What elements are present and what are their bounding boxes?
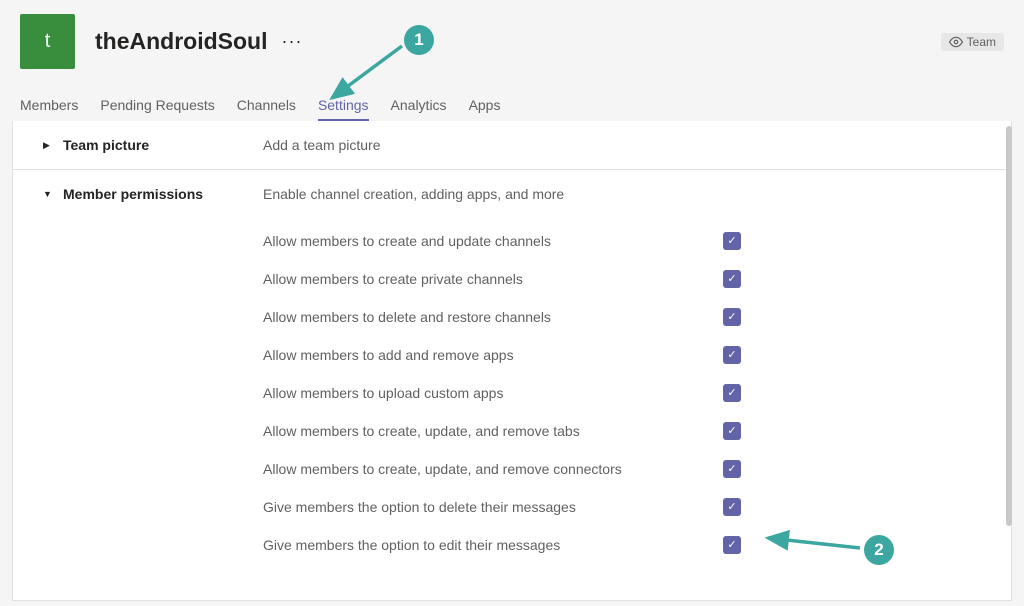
permission-checkbox[interactable]: ✓ [723,232,741,250]
permission-row: Allow members to create and update chann… [13,222,1011,260]
badge-label: Team [967,35,996,49]
section-header[interactable]: ▼ Member permissions Enable channel crea… [13,186,1011,202]
tab-settings[interactable]: Settings [318,97,369,121]
permission-label: Allow members to create and update chann… [263,233,723,249]
section-desc: Enable channel creation, adding apps, an… [263,186,564,202]
permission-checkbox[interactable]: ✓ [723,460,741,478]
team-avatar[interactable]: t [20,14,75,69]
permission-checkbox[interactable]: ✓ [723,346,741,364]
settings-content: ▶ Team picture Add a team picture ▼ Memb… [12,121,1012,601]
permission-checkbox[interactable]: ✓ [723,536,741,554]
check-icon: ✓ [727,388,736,399]
permission-label: Allow members to create, update, and rem… [263,461,723,477]
scrollbar[interactable] [1006,126,1012,604]
section-member-permissions: ▼ Member permissions Enable channel crea… [13,169,1011,580]
permission-row: Give members the option to delete their … [13,488,1011,526]
permission-label: Give members the option to delete their … [263,499,723,515]
permission-label: Allow members to upload custom apps [263,385,723,401]
caret-right-icon: ▶ [43,140,53,151]
permission-row: Allow members to create, update, and rem… [13,450,1011,488]
tab-analytics[interactable]: Analytics [391,97,447,121]
tab-channels[interactable]: Channels [237,97,296,121]
permission-checkbox[interactable]: ✓ [723,270,741,288]
permission-label: Allow members to add and remove apps [263,347,723,363]
check-icon: ✓ [727,540,736,551]
permission-row: Allow members to add and remove apps ✓ [13,336,1011,374]
check-icon: ✓ [727,236,736,247]
check-icon: ✓ [727,464,736,475]
permission-row: Allow members to create, update, and rem… [13,412,1011,450]
check-icon: ✓ [727,502,736,513]
more-options-button[interactable]: ··· [281,31,302,52]
avatar-letter: t [45,30,51,53]
section-title: Team picture [63,137,263,153]
tab-pending-requests[interactable]: Pending Requests [100,97,214,121]
permission-label: Allow members to delete and restore chan… [263,309,723,325]
permission-row: Allow members to upload custom apps ✓ [13,374,1011,412]
permission-row: Allow members to create private channels… [13,260,1011,298]
eye-icon [949,35,963,49]
permissions-list: Allow members to create and update chann… [13,222,1011,564]
check-icon: ✓ [727,274,736,285]
section-desc: Add a team picture [263,137,381,153]
permission-row: Give members the option to edit their me… [13,526,1011,564]
section-team-picture[interactable]: ▶ Team picture Add a team picture [13,121,1011,169]
permission-label: Give members the option to edit their me… [263,537,723,553]
permission-checkbox[interactable]: ✓ [723,498,741,516]
check-icon: ✓ [727,426,736,437]
caret-down-icon: ▼ [43,189,53,199]
check-icon: ✓ [727,350,736,361]
team-name: theAndroidSoul [95,28,267,55]
callout-badge-2: 2 [864,535,894,565]
permission-label: Allow members to create, update, and rem… [263,423,723,439]
permission-row: Allow members to delete and restore chan… [13,298,1011,336]
scrollbar-thumb[interactable] [1006,126,1012,526]
permission-checkbox[interactable]: ✓ [723,308,741,326]
tab-bar: Members Pending Requests Channels Settin… [20,97,1004,121]
permission-label: Allow members to create private channels [263,271,723,287]
tab-members[interactable]: Members [20,97,78,121]
privacy-badge[interactable]: Team [941,33,1004,51]
callout-badge-1: 1 [404,25,434,55]
team-header: t theAndroidSoul ··· Team [20,14,1004,69]
section-title: Member permissions [63,186,263,202]
permission-checkbox[interactable]: ✓ [723,422,741,440]
tab-apps[interactable]: Apps [469,97,501,121]
permission-checkbox[interactable]: ✓ [723,384,741,402]
check-icon: ✓ [727,312,736,323]
